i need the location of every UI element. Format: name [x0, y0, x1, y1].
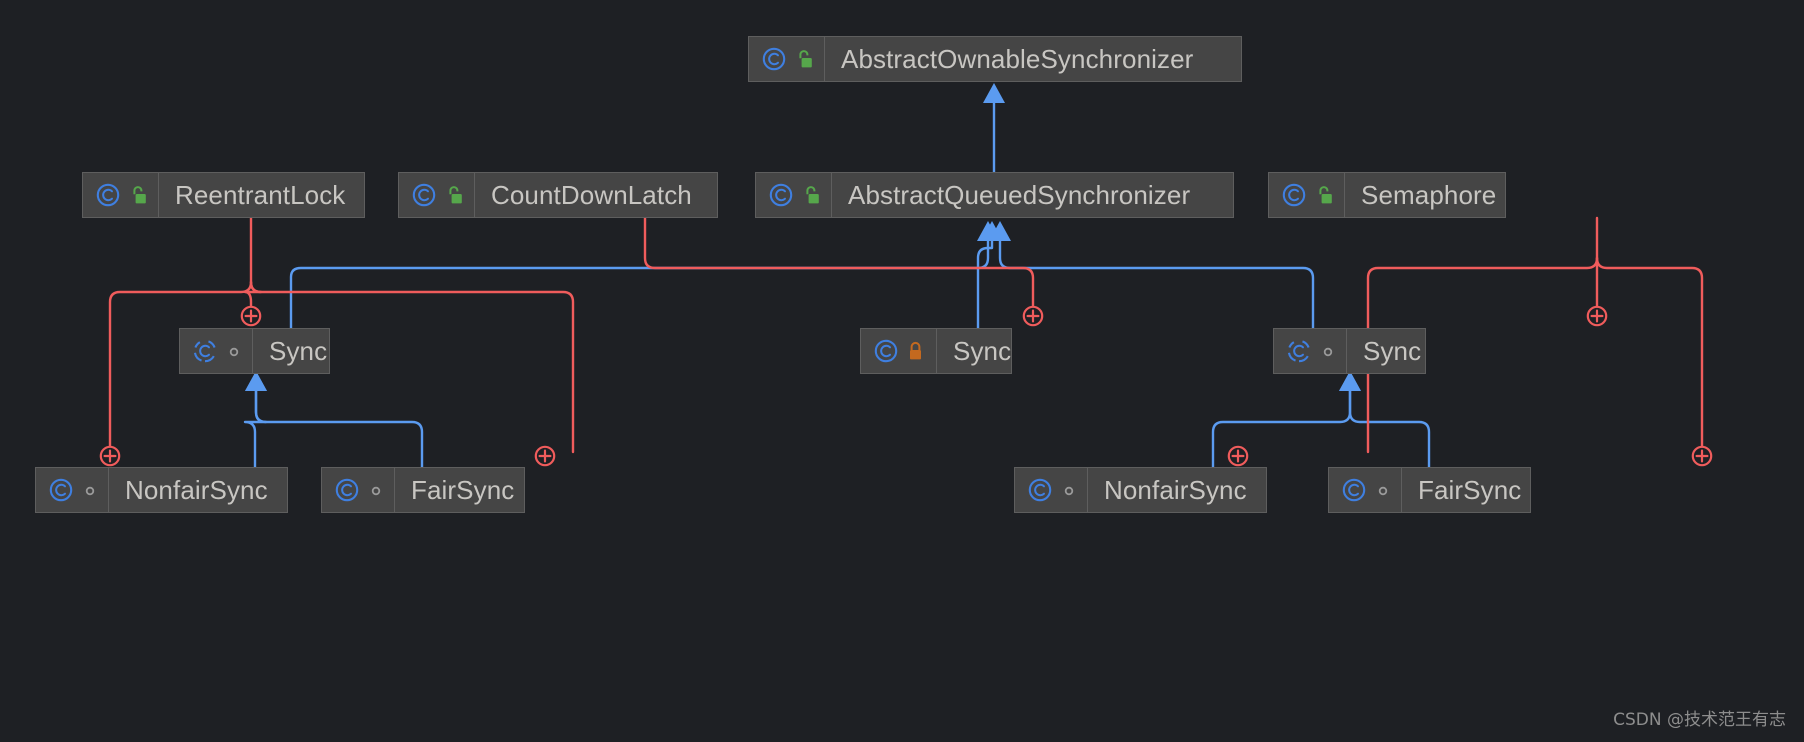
inheritance-arrowhead — [245, 371, 267, 391]
class-icon — [873, 338, 899, 364]
inheritance-arrowhead — [977, 221, 999, 241]
edge-e-rlnf-sync — [243, 386, 268, 469]
inheritance-arrowhead — [983, 83, 1005, 103]
class-icon — [95, 182, 121, 208]
class-name-label: CountDownLatch — [491, 180, 692, 210]
edge-e-cdlsync-aqs — [976, 236, 994, 330]
class-icon — [411, 182, 437, 208]
class-name-label: FairSync — [411, 475, 515, 505]
class-inner-icon — [1286, 338, 1312, 364]
class-node-sem-sync[interactable]: Sync — [1273, 328, 1426, 374]
class-icon — [1281, 182, 1307, 208]
node-icon-gutter — [1329, 468, 1402, 512]
package-private-icon — [1321, 344, 1335, 358]
class-node-cdl[interactable]: CountDownLatch — [398, 172, 718, 218]
edge-c-cdl-sync — [643, 216, 1035, 315]
class-node-rl-nf[interactable]: NonfairSync — [35, 467, 288, 513]
containment-marker-cdl-sync — [1022, 305, 1044, 327]
class-name-label: Sync — [953, 336, 1012, 366]
class-node-rl-f[interactable]: FairSync — [321, 467, 525, 513]
unlock-public-icon — [1316, 185, 1333, 205]
node-icon-gutter — [861, 329, 937, 373]
unlock-public-icon — [796, 49, 813, 69]
class-icon — [768, 182, 794, 208]
containment-marker-sem-f — [1691, 445, 1713, 467]
inheritance-arrowhead — [989, 221, 1011, 241]
class-icon — [761, 46, 787, 72]
inheritance-arrowhead — [981, 221, 1003, 241]
class-name-label: AbstractOwnableSynchronizer — [841, 44, 1194, 74]
inheritance-arrowhead — [1339, 371, 1361, 391]
edge-c-sem-f — [1595, 256, 1704, 454]
edge-e-semf-sync — [1348, 386, 1431, 469]
class-node-sem-f[interactable]: FairSync — [1328, 467, 1531, 513]
package-private-icon — [1062, 483, 1076, 497]
class-node-sem[interactable]: Semaphore — [1268, 172, 1506, 218]
class-name-label: ReentrantLock — [175, 180, 346, 210]
class-icon — [48, 477, 74, 503]
csdn-watermark: CSDN @技术范王有志 — [1613, 710, 1786, 730]
edge-e-semnf-sync — [1211, 386, 1352, 469]
package-private-icon — [83, 483, 97, 497]
node-icon-gutter — [399, 173, 475, 217]
class-name-label: NonfairSync — [1104, 475, 1247, 505]
containment-marker-rl-sync — [240, 305, 262, 327]
class-name-label: Semaphore — [1361, 180, 1497, 210]
unlock-public-icon — [130, 185, 147, 205]
class-node-rlock[interactable]: ReentrantLock — [82, 172, 365, 218]
containment-marker-rl-nf — [99, 445, 121, 467]
edge-e-semsync-aqs — [998, 236, 1315, 330]
node-icon-gutter — [322, 468, 395, 512]
unlock-public-icon — [446, 185, 463, 205]
class-icon — [334, 477, 360, 503]
package-private-icon — [1376, 483, 1390, 497]
node-icon-gutter — [180, 329, 253, 373]
class-node-sem-nf[interactable]: NonfairSync — [1014, 467, 1267, 513]
node-icon-gutter — [756, 173, 832, 217]
node-icon-gutter — [1269, 173, 1345, 217]
class-name-label: Sync — [1363, 336, 1422, 366]
containment-marker-sem-nf — [1227, 445, 1249, 467]
node-icon-gutter — [1015, 468, 1088, 512]
node-icon-gutter — [749, 37, 825, 81]
lock-protected-icon — [908, 341, 925, 361]
class-node-rl-sync[interactable]: Sync — [179, 328, 330, 374]
inheritance-arrowhead — [245, 371, 267, 391]
class-name-label: Sync — [269, 336, 328, 366]
class-inner-icon — [192, 338, 218, 364]
class-node-aos[interactable]: AbstractOwnableSynchronizer — [748, 36, 1242, 82]
node-icon-gutter — [83, 173, 159, 217]
package-private-icon — [369, 483, 383, 497]
class-node-cdl-sync[interactable]: Sync — [860, 328, 1012, 374]
class-icon — [1341, 477, 1367, 503]
edge-e-rlsync-aqs — [289, 236, 990, 330]
class-name-label: FairSync — [1418, 475, 1522, 505]
class-name-label: AbstractQueuedSynchronizer — [848, 180, 1191, 210]
edge-c-rlock-sync — [243, 216, 263, 315]
inheritance-arrowhead — [1339, 371, 1361, 391]
node-icon-gutter — [36, 468, 109, 512]
class-icon — [1027, 477, 1053, 503]
node-icon-gutter — [1274, 329, 1347, 373]
class-diagram-canvas: AbstractOwnableSynchronizer ReentrantLock… — [0, 0, 1804, 742]
unlock-public-icon — [803, 185, 820, 205]
containment-marker-rl-f — [534, 445, 556, 467]
containment-marker-sem-sync — [1586, 305, 1608, 327]
edge-e-rlf-sync — [254, 386, 424, 469]
class-node-aqs[interactable]: AbstractQueuedSynchronizer — [755, 172, 1234, 218]
class-name-label: NonfairSync — [125, 475, 268, 505]
package-private-icon — [227, 344, 241, 358]
